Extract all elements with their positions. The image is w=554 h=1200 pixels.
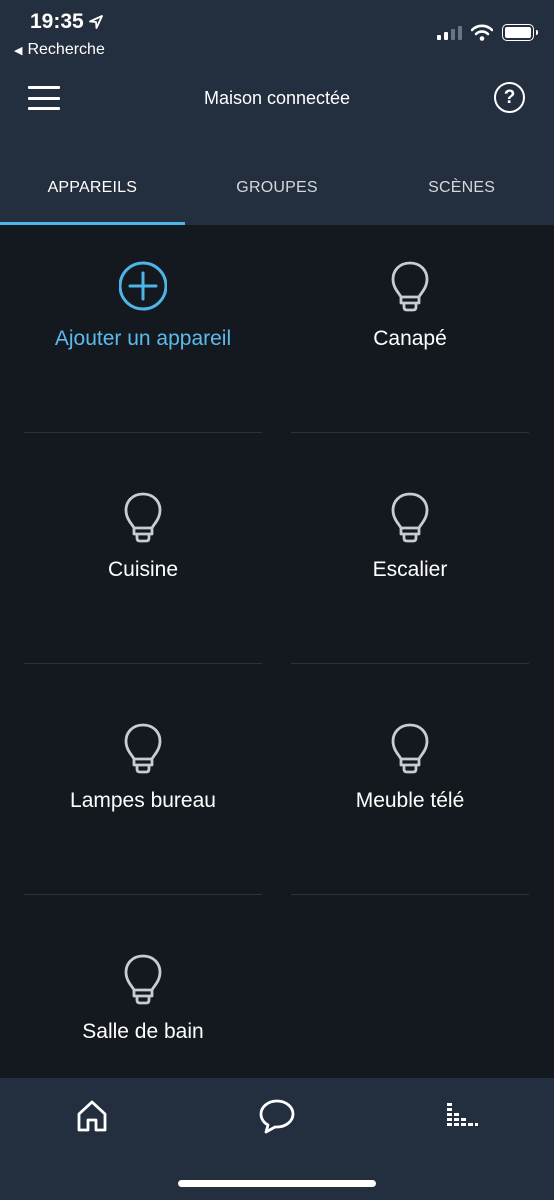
home-indicator: [178, 1180, 376, 1187]
device-label: Meuble télé: [355, 789, 465, 812]
tab-bar: APPAREILS GROUPES SCÈNES: [0, 160, 554, 225]
status-icons: [437, 24, 538, 41]
battery-icon: [502, 24, 538, 41]
divider: [24, 432, 262, 433]
status-time: 19:35: [30, 10, 104, 34]
device-label: Lampes bureau: [70, 789, 216, 812]
light-bulb-icon: [124, 954, 162, 1005]
page-title: Maison connectée: [203, 88, 351, 108]
divider: [291, 663, 529, 664]
device-label: Cuisine: [107, 558, 179, 581]
divider: [24, 663, 262, 664]
device-label: Canapé: [373, 327, 447, 350]
activity-icon: [447, 1103, 478, 1126]
add-device-label: Ajouter un appareil: [54, 327, 232, 350]
tab-appareils[interactable]: APPAREILS: [0, 160, 185, 225]
divider: [291, 894, 529, 895]
tab-groupes[interactable]: GROUPES: [185, 160, 370, 225]
light-bulb-icon: [391, 492, 429, 543]
divider: [24, 894, 262, 895]
nav-activity[interactable]: [442, 1096, 482, 1136]
tab-scenes[interactable]: SCÈNES: [369, 160, 554, 225]
nav-home[interactable]: [72, 1096, 112, 1136]
device-meuble-tele[interactable]: Meuble télé: [291, 687, 529, 887]
device-escalier[interactable]: Escalier: [291, 456, 529, 656]
location-arrow-icon: [88, 15, 103, 29]
add-device-button[interactable]: Ajouter un appareil: [24, 225, 262, 425]
device-grid: Ajouter un appareil Canapé Cuisine Escal…: [0, 225, 554, 1078]
device-canape[interactable]: Canapé: [291, 225, 529, 425]
divider: [291, 432, 529, 433]
add-circle-icon: [119, 261, 167, 311]
device-label: Salle de bain: [82, 1020, 204, 1043]
light-bulb-icon: [391, 261, 429, 312]
light-bulb-icon: [124, 723, 162, 774]
device-cuisine[interactable]: Cuisine: [24, 456, 262, 656]
chat-icon: [259, 1099, 295, 1134]
help-icon[interactable]: ?: [494, 82, 525, 113]
back-label: Recherche: [27, 41, 105, 58]
back-triangle-icon: ◀: [14, 44, 23, 57]
home-icon: [77, 1100, 107, 1132]
wifi-icon: [471, 24, 493, 41]
light-bulb-icon: [124, 492, 162, 543]
status-time-text: 19:35: [30, 10, 84, 33]
device-lampes-bureau[interactable]: Lampes bureau: [24, 687, 262, 887]
back-to-search[interactable]: ◀ Recherche: [14, 41, 105, 59]
device-label: Escalier: [372, 558, 448, 581]
cellular-signal-icon: [437, 25, 462, 40]
nav-communicate[interactable]: [257, 1096, 297, 1136]
light-bulb-icon: [391, 723, 429, 774]
